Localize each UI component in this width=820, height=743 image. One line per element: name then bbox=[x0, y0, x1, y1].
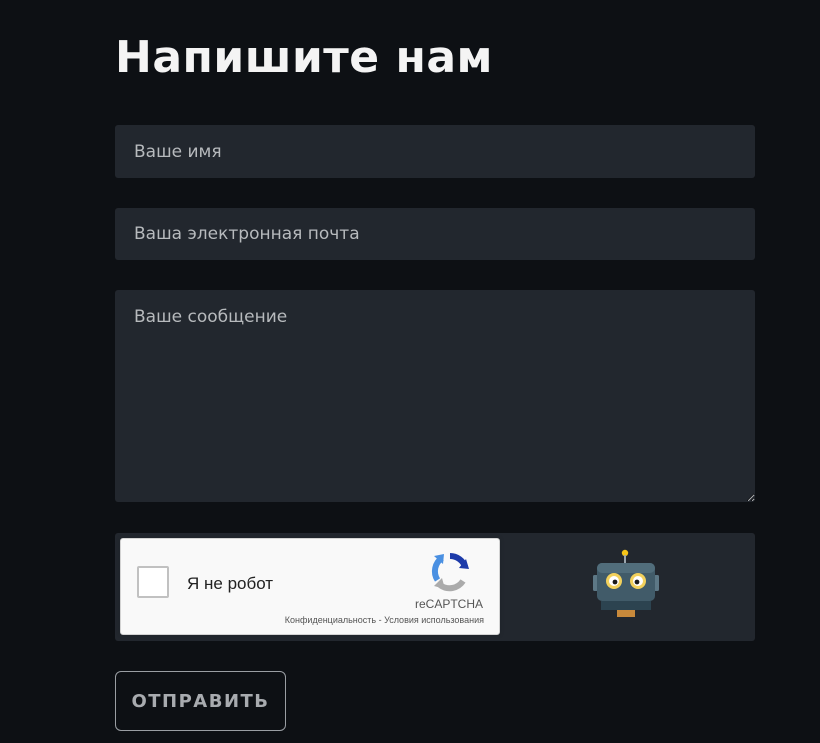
links-separator: - bbox=[376, 615, 385, 625]
robot-icon bbox=[593, 549, 659, 617]
recaptcha-logo-icon bbox=[431, 553, 469, 592]
captcha-container: Я не робот reCAPTCHA Конфиденциальность … bbox=[115, 533, 755, 641]
page-title: Напишите нам bbox=[115, 32, 494, 83]
recaptcha-links: Конфиденциальность - Условия использован… bbox=[285, 615, 484, 626]
message-textarea[interactable] bbox=[115, 290, 755, 502]
privacy-link[interactable]: Конфиденциальность bbox=[285, 615, 376, 625]
name-input[interactable] bbox=[115, 125, 755, 178]
submit-button[interactable]: ОТПРАВИТЬ bbox=[115, 671, 286, 731]
email-input[interactable] bbox=[115, 208, 755, 260]
terms-link[interactable]: Условия использования bbox=[384, 615, 484, 625]
recaptcha-checkbox[interactable] bbox=[137, 566, 169, 598]
recaptcha-widget: Я не робот reCAPTCHA Конфиденциальность … bbox=[120, 538, 500, 635]
recaptcha-label: Я не робот bbox=[187, 574, 274, 593]
recaptcha-brand: reCAPTCHA bbox=[414, 597, 483, 611]
